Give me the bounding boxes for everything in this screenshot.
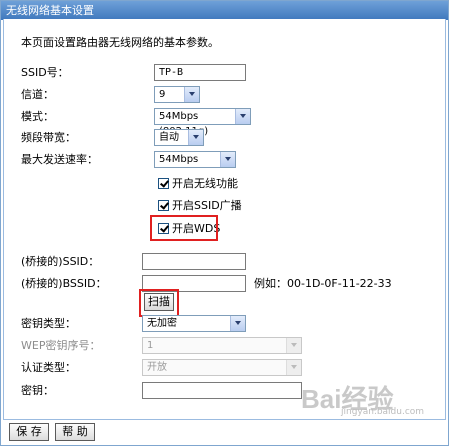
save-button[interactable]: 保 存 <box>9 423 49 441</box>
channel-value: 9 <box>159 89 166 100</box>
bridged-ssid-input[interactable] <box>142 253 246 270</box>
bridged-ssid-label: (桥接的)SSID： <box>21 255 100 268</box>
max-rate-label: 最大发送速率： <box>21 153 98 166</box>
watermark: Bai经验 jingyan.baidu.com <box>301 379 441 417</box>
checkbox-checked-icon <box>158 200 169 211</box>
ssid-input[interactable]: TP-B <box>154 64 246 81</box>
wds-highlight-box <box>150 215 218 241</box>
chevron-down-icon <box>235 109 250 124</box>
window-title: 无线网络基本设置 <box>1 1 448 20</box>
mode-select[interactable]: 54Mbps (802.11g) <box>154 108 251 137</box>
auth-type-value: 开放 <box>147 362 167 373</box>
checkbox-checked-icon <box>158 178 169 189</box>
page-intro: 本页面设置路由器无线网络的基本参数。 <box>21 36 219 49</box>
bssid-example: 例如：00-1D-0F-11-22-33 <box>254 277 392 290</box>
key-label: 密钥： <box>21 384 54 397</box>
auth-type-label: 认证类型： <box>21 361 76 374</box>
auth-type-select[interactable]: 开放 <box>142 359 302 376</box>
key-input[interactable] <box>142 382 302 399</box>
key-type-select[interactable]: 无加密 <box>142 315 246 332</box>
scan-highlight-box <box>139 289 179 317</box>
key-type-label: 密钥类型： <box>21 317 76 330</box>
enable-wireless-checkbox[interactable]: 开启无线功能 <box>158 177 238 191</box>
wep-index-value: 1 <box>147 340 154 351</box>
bandwidth-select[interactable]: 自动 <box>154 129 204 146</box>
channel-label: 信道： <box>21 88 54 101</box>
mode-label: 模式： <box>21 110 54 123</box>
enable-ssid-broadcast-checkbox[interactable]: 开启SSID广播 <box>158 199 242 213</box>
chevron-down-icon <box>220 152 235 167</box>
enable-ssid-broadcast-label: 开启SSID广播 <box>172 199 242 212</box>
chevron-down-icon <box>184 87 199 102</box>
bandwidth-label: 频段带宽： <box>21 131 76 144</box>
wep-index-select[interactable]: 1 <box>142 337 302 354</box>
footer-bar: 保 存 帮 助 <box>3 421 444 443</box>
bandwidth-value: 自动 <box>159 132 179 143</box>
chevron-down-icon <box>230 316 245 331</box>
ssid-label: SSID号： <box>21 66 69 79</box>
max-rate-value: 54Mbps <box>159 154 199 165</box>
max-rate-select[interactable]: 54Mbps <box>154 151 236 168</box>
channel-select[interactable]: 9 <box>154 86 200 103</box>
chevron-down-icon <box>188 130 203 145</box>
chevron-down-icon <box>286 360 301 375</box>
bridged-bssid-label: (桥接的)BSSID： <box>21 277 107 290</box>
watermark-site: jingyan.baidu.com <box>341 407 425 417</box>
wep-index-label: WEP密钥序号： <box>21 339 101 352</box>
chevron-down-icon <box>286 338 301 353</box>
help-button[interactable]: 帮 助 <box>55 423 95 441</box>
enable-wireless-label: 开启无线功能 <box>172 177 238 190</box>
key-type-value: 无加密 <box>147 318 177 329</box>
